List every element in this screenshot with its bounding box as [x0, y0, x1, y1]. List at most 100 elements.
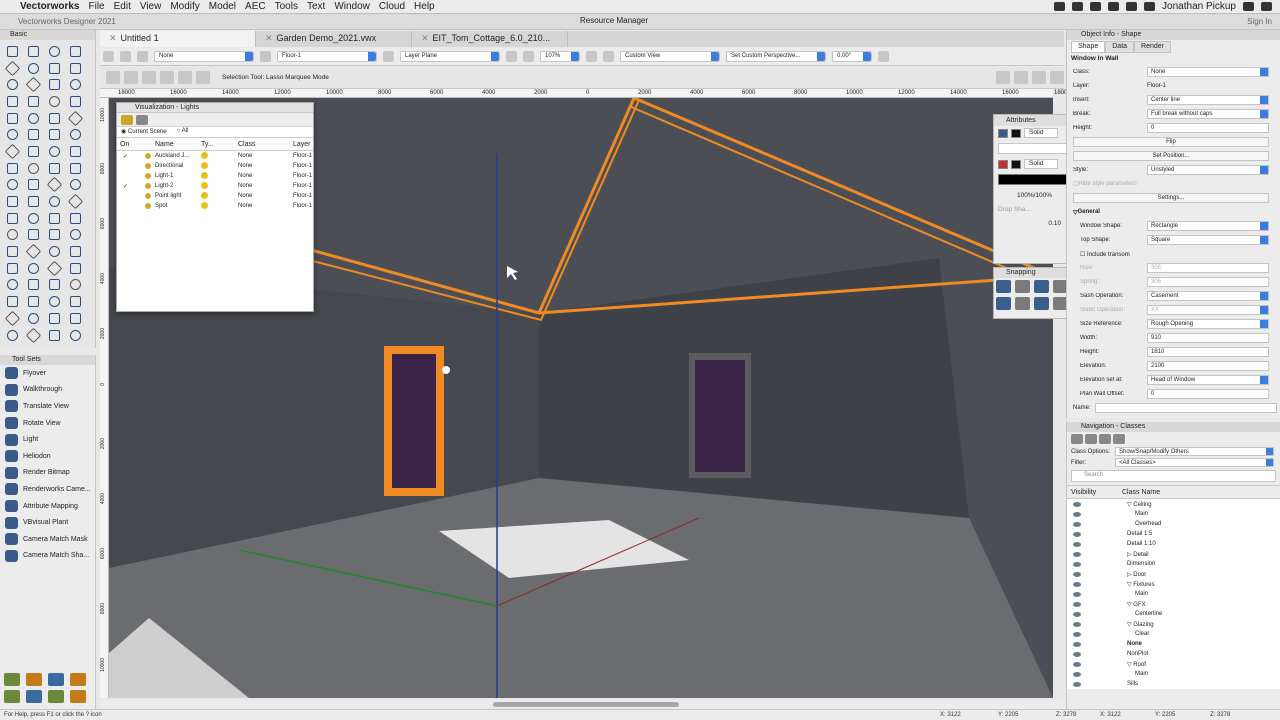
app-menu[interactable]: Vectorworks — [20, 1, 88, 12]
visibility-eye-icon[interactable] — [1073, 631, 1081, 637]
field-input[interactable]: 305 — [1147, 277, 1269, 287]
radio-current-scene[interactable]: ◉ Current Scene — [121, 128, 167, 136]
opacity-field[interactable]: 100%/100% — [994, 188, 1071, 202]
basic-tool-icon[interactable] — [2, 110, 23, 127]
hide-style-checkbox[interactable]: ☐ Hide style parameters — [1067, 177, 1280, 191]
basic-tool-icon[interactable] — [44, 76, 65, 93]
basic-tool-icon[interactable] — [65, 126, 86, 143]
class-row[interactable]: Clear — [1067, 629, 1280, 639]
dims-notes-icon[interactable] — [48, 690, 64, 703]
filter-select[interactable]: <All Classes> — [1115, 458, 1274, 467]
light-row[interactable]: Spot None Floor-1 — [117, 201, 313, 211]
basic-tool-icon[interactable] — [44, 60, 65, 77]
basic-tool-icon[interactable] — [65, 260, 86, 277]
tab-data[interactable]: Data — [1105, 41, 1135, 53]
snap-angle-icon[interactable] — [1034, 280, 1049, 293]
layer-select[interactable]: Floor-1 — [277, 51, 377, 62]
snap-edge-icon[interactable] — [1034, 297, 1049, 310]
basic-tool-icon[interactable] — [2, 93, 23, 110]
menu-window[interactable]: Window — [334, 1, 379, 12]
class-row[interactable]: Centerline — [1067, 609, 1280, 619]
basic-tool-icon[interactable] — [44, 310, 65, 327]
basic-tool-icon[interactable] — [2, 193, 23, 210]
visibility-icon[interactable] — [878, 51, 889, 62]
visibility-eye-icon[interactable] — [1073, 531, 1081, 537]
visibility-eye-icon[interactable] — [1073, 561, 1081, 567]
col-name[interactable]: Name — [155, 141, 201, 148]
basic-tool-icon[interactable] — [2, 260, 23, 277]
visibility-eye-icon[interactable] — [1073, 551, 1081, 557]
field-select[interactable]: Rectangle — [1147, 221, 1269, 231]
oip-class-select[interactable]: None — [1147, 67, 1269, 77]
tool-vbvisual-plant[interactable]: VBvisual Plant — [0, 514, 95, 531]
basic-tool-icon[interactable] — [44, 110, 65, 127]
light-on-toggle[interactable]: ✓ — [117, 183, 145, 190]
settings-icon[interactable] — [196, 71, 210, 84]
basic-tool-icon[interactable] — [65, 160, 86, 177]
user-name[interactable]: Jonathan Pickup — [1162, 1, 1236, 12]
snap-tangent-icon[interactable] — [1015, 297, 1030, 310]
basic-tool-icon[interactable] — [23, 277, 44, 294]
basic-tool-icon[interactable] — [2, 327, 23, 344]
visualization-icon[interactable] — [70, 673, 86, 686]
light-row[interactable]: ✓ Light-2 None Floor-1 — [117, 181, 313, 191]
basic-tool-icon[interactable] — [23, 60, 44, 77]
menu-tools[interactable]: Tools — [275, 1, 307, 12]
light-on-toggle[interactable]: ✓ — [117, 153, 145, 160]
field-input[interactable]: 2100 — [1147, 361, 1269, 371]
visibility-eye-icon[interactable] — [1073, 581, 1081, 587]
oip-break-select[interactable]: Full break without caps — [1147, 109, 1269, 119]
plane-icon[interactable] — [383, 51, 394, 62]
tab-garden-demo[interactable]: ✕ Garden Demo_2021.vwx — [256, 31, 412, 47]
class-row[interactable]: ▷ Detail — [1067, 549, 1280, 559]
basic-tool-icon[interactable] — [65, 60, 86, 77]
cameras-tab-icon[interactable] — [136, 115, 148, 125]
basic-tool-icon[interactable] — [23, 310, 44, 327]
basic-tool-icon[interactable] — [65, 243, 86, 260]
field-select[interactable]: Casement — [1147, 291, 1269, 301]
tab-shape[interactable]: Shape — [1071, 41, 1106, 53]
basic-tool-icon[interactable] — [23, 160, 44, 177]
view-select[interactable]: Custom View — [620, 51, 720, 62]
tool-camera-match-mask[interactable]: Camera Match Mask — [0, 531, 95, 548]
fill-color-swatch[interactable] — [1011, 128, 1021, 138]
snap-grid-icon[interactable] — [996, 280, 1011, 293]
visibility-eye-icon[interactable] — [1073, 591, 1081, 597]
class-row[interactable]: ▷ Door — [1067, 569, 1280, 579]
visibility-eye-icon[interactable] — [1073, 671, 1081, 677]
field-input[interactable]: 1810 — [1147, 347, 1269, 357]
basic-tool-icon[interactable] — [2, 210, 23, 227]
general-section[interactable]: ▽ General — [1067, 205, 1280, 219]
basic-tool-icon[interactable] — [2, 126, 23, 143]
basic-tool-icon[interactable] — [23, 110, 44, 127]
close-icon[interactable]: ✕ — [421, 33, 429, 43]
horizontal-scrollbar[interactable] — [100, 700, 1065, 709]
rectangle-mode-icon[interactable] — [124, 71, 138, 84]
visibility-eye-icon[interactable] — [1073, 611, 1081, 617]
basic-tool-icon[interactable] — [65, 110, 86, 127]
basic-tool-icon[interactable] — [23, 227, 44, 244]
basic-tool-icon[interactable] — [65, 210, 86, 227]
basic-tool-icon[interactable] — [2, 227, 23, 244]
basic-tool-icon[interactable] — [2, 76, 23, 93]
basic-tool-icon[interactable] — [65, 76, 86, 93]
plane-select[interactable]: Layer Plane — [400, 51, 500, 62]
tab-render[interactable]: Render — [1134, 41, 1172, 53]
basic-tool-icon[interactable] — [23, 293, 44, 310]
visibility-eye-icon[interactable] — [1073, 511, 1081, 517]
visibility-eye-icon[interactable] — [1073, 681, 1081, 687]
basic-tool-icon[interactable] — [2, 143, 23, 160]
tool-translate-view[interactable]: Translate View — [0, 398, 95, 415]
landscape-icon[interactable] — [48, 673, 64, 686]
projection-icon[interactable] — [603, 51, 614, 62]
include-transom-checkbox[interactable]: ☐ Include transom — [1080, 251, 1130, 258]
oip-name-field[interactable] — [1095, 403, 1277, 413]
basic-tool-icon[interactable] — [44, 126, 65, 143]
basic-tool-icon[interactable] — [2, 177, 23, 194]
field-select[interactable]: Rough Opening — [1147, 319, 1269, 329]
visibility-eye-icon[interactable] — [1073, 621, 1081, 627]
oip-height-field[interactable]: 0 — [1147, 123, 1269, 133]
class-row[interactable]: NonPlot — [1067, 649, 1280, 659]
basic-tool-icon[interactable] — [44, 327, 65, 344]
tool-rotate-view[interactable]: Rotate View — [0, 415, 95, 432]
